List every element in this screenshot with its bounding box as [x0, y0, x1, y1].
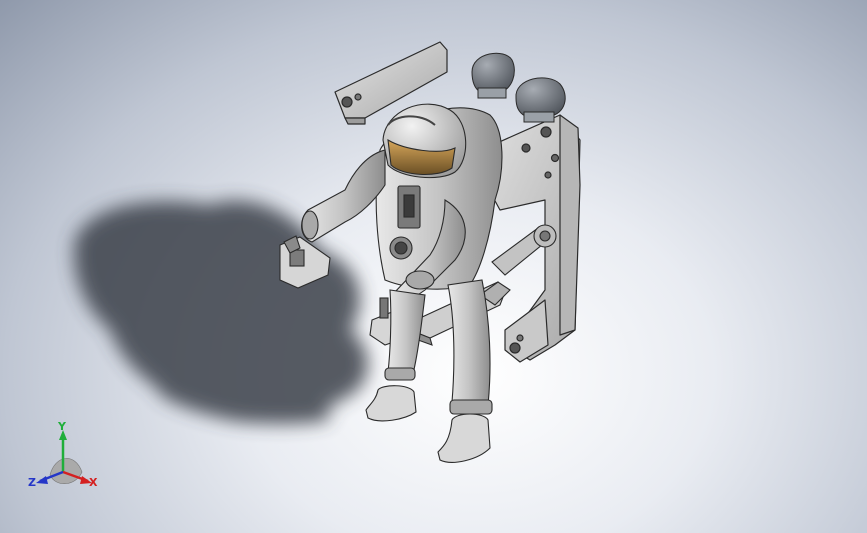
- x-axis-label: X: [89, 476, 98, 489]
- 3d-viewport[interactable]: Y X Z: [0, 0, 867, 533]
- tank-left[interactable]: [471, 52, 515, 99]
- leg-left[interactable]: [365, 289, 426, 422]
- z-axis-label: Z: [28, 476, 36, 489]
- y-axis-label: Y: [58, 420, 66, 433]
- orientation-triad[interactable]: [36, 430, 92, 484]
- model-canvas: [36, 41, 581, 484]
- helmet[interactable]: [382, 103, 467, 179]
